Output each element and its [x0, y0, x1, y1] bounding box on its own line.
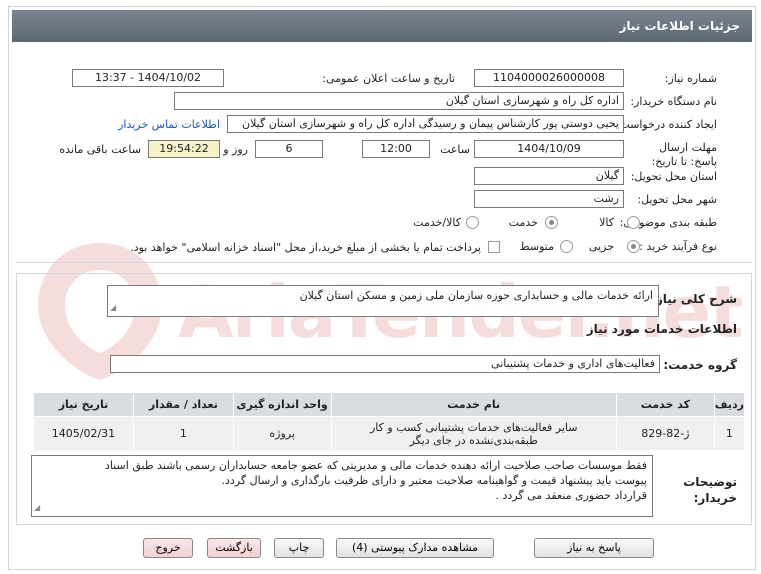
deadline-time-label: ساعت — [440, 143, 470, 156]
reply-button[interactable]: پاسخ به نیاز — [534, 538, 654, 558]
creator-field: یحیی دوستی پور کارشناس پیمان و رسیدگی اد… — [227, 115, 624, 133]
back-button[interactable]: بازگشت — [207, 538, 261, 558]
cell-index: 1 — [713, 416, 746, 451]
category-option-goods-service: کالا/خدمت — [413, 216, 461, 229]
category-option-service: خدمت — [508, 216, 538, 229]
exit-button[interactable]: خروج — [143, 538, 193, 558]
services-table: ردیف کد خدمت نام خدمت واحد اندازه گیری ت… — [33, 392, 746, 451]
category-radio-goods-service[interactable] — [466, 216, 479, 229]
service-group-field: فعالیت‌های اداری و خدمات پشتیبانی — [110, 355, 660, 373]
buyer-notes-line3: قرارداد حضوری منعقد می گردد . — [495, 489, 648, 502]
cell-unit: پروژه — [232, 416, 332, 451]
buyer-field: اداره کل راه و شهرسازی استان گیلان — [174, 92, 624, 110]
buyer-notes-line2: پیوست باید پیشنهاد قیمت و گواهینامه صلاح… — [221, 474, 647, 487]
col-code: کد خدمت — [615, 392, 715, 417]
buyer-label: نام دستگاه خریدار: — [630, 95, 717, 108]
process-radio-medium[interactable] — [560, 240, 573, 253]
divider — [16, 262, 752, 263]
buyer-notes-textarea[interactable]: فقط موسسات صاحب صلاحیت ارائه دهنده خدمات… — [31, 455, 653, 517]
cell-name: سایر فعالیت‌های خدمات پشتیبانی کسب و کار… — [330, 416, 617, 451]
cell-code: ژ-82-829 — [615, 416, 715, 451]
col-date: تاریخ نیاز — [33, 392, 134, 417]
city-field: رشت — [474, 190, 624, 208]
services-section-title: اطلاعات خدمات مورد نیاز — [586, 322, 737, 336]
col-index: ردیف — [713, 392, 746, 417]
remaining-time-field: 19:54:22 — [148, 140, 220, 158]
days-label: روز و — [223, 143, 248, 156]
city-label: شهر محل تحویل: — [637, 193, 717, 206]
need-number-label: شماره نیاز: — [664, 72, 717, 85]
announce-field: 1404/10/02 - 13:37 — [72, 69, 224, 87]
deadline-date-field: 1404/10/09 — [474, 140, 624, 158]
payment-note: پرداخت تمام یا بخشی از مبلغ خرید،از محل … — [130, 241, 481, 254]
buyer-notes-line1: فقط موسسات صاحب صلاحیت ارائه دهنده خدمات… — [104, 459, 647, 472]
process-option-medium: متوسط — [519, 240, 554, 253]
remaining-label: ساعت باقی مانده — [59, 143, 141, 156]
table-row: 1 ژ-82-829 سایر فعالیت‌های خدمات پشتیبان… — [33, 416, 746, 451]
announce-label: تاریخ و ساعت اعلان عمومی: — [322, 72, 455, 85]
creator-label: ایجاد کننده درخواست: — [615, 118, 717, 131]
table-header-row: ردیف کد خدمت نام خدمت واحد اندازه گیری ت… — [33, 392, 746, 417]
description-textarea[interactable]: ارائه خدمات مالی و حسابداری حوزه سازمان … — [107, 285, 659, 317]
col-quantity: تعداد / مقدار — [132, 392, 234, 417]
col-name: نام خدمت — [330, 392, 617, 417]
view-attachments-button[interactable]: مشاهده مدارک پیوستی (4) — [336, 538, 494, 558]
cell-date: 1405/02/31 — [33, 416, 134, 451]
deadline-label: مهلت ارسال پاسخ: تا تاریخ: — [651, 141, 717, 168]
page-title: جزئیات اطلاعات نیاز — [12, 10, 752, 42]
service-group-label: گروه خدمت: — [663, 358, 737, 372]
buyer-contact-link[interactable]: اطلاعات تماس خریدار — [118, 118, 220, 131]
cell-quantity: 1 — [132, 416, 234, 451]
province-label: استان محل تحویل: — [630, 170, 717, 183]
category-radio-service[interactable] — [545, 216, 558, 229]
process-label: نوع فرآیند خرید : — [639, 240, 717, 253]
process-option-minor: جزیی — [588, 240, 614, 253]
col-unit: واحد اندازه گیری — [232, 392, 332, 417]
deadline-time-field: 12:00 — [362, 140, 430, 158]
category-option-goods: کالا — [599, 216, 614, 229]
cell-name-line2: طبقه‌بندی‌نشده در جای دیگر — [409, 433, 538, 447]
days-field: 6 — [255, 140, 323, 158]
category-radio-goods[interactable] — [627, 216, 640, 229]
resize-grip-icon[interactable]: ◢ — [110, 300, 116, 315]
cell-name-line1: سایر فعالیت‌های خدمات پشتیبانی کسب و کار — [369, 420, 578, 434]
need-number-field: 1104000026000008 — [474, 69, 624, 87]
resize-grip-icon[interactable]: ◢ — [34, 500, 40, 515]
buyer-notes-label: توضیحات خریدار: — [683, 475, 737, 505]
description-text: ارائه خدمات مالی و حسابداری حوزه سازمان … — [299, 289, 653, 302]
treasury-checkbox[interactable] — [488, 241, 500, 253]
process-radio-minor[interactable] — [627, 240, 640, 253]
province-field: گیلان — [474, 167, 624, 185]
print-button[interactable]: چاپ — [274, 538, 324, 558]
description-label: شرح کلی نیاز: — [651, 292, 737, 306]
